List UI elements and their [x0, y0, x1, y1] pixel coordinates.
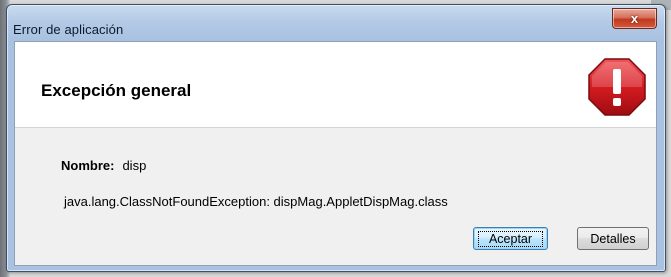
details-button-label: Detalles — [590, 231, 636, 246]
error-stop-icon — [588, 58, 646, 116]
name-row: Nombre: disp — [61, 158, 146, 173]
accept-button-label: Aceptar — [477, 230, 544, 247]
window-title: Error de aplicación — [13, 22, 124, 37]
details-button[interactable]: Detalles — [577, 227, 649, 250]
exception-message: java.lang.ClassNotFoundException: dispMa… — [64, 194, 448, 209]
accept-button[interactable]: Aceptar — [473, 227, 548, 250]
close-icon: x — [630, 11, 639, 26]
name-label: Nombre: — [61, 158, 115, 173]
dialog-content: Excepción general Nombre: disp java.lang.… — [14, 41, 657, 266]
close-button[interactable]: x — [612, 8, 657, 29]
name-value: disp — [122, 158, 147, 173]
header-panel: Excepción general — [15, 42, 656, 128]
error-dialog: Error de aplicación x Excepción general — [6, 4, 666, 272]
header-title: Excepción general — [41, 81, 192, 100]
